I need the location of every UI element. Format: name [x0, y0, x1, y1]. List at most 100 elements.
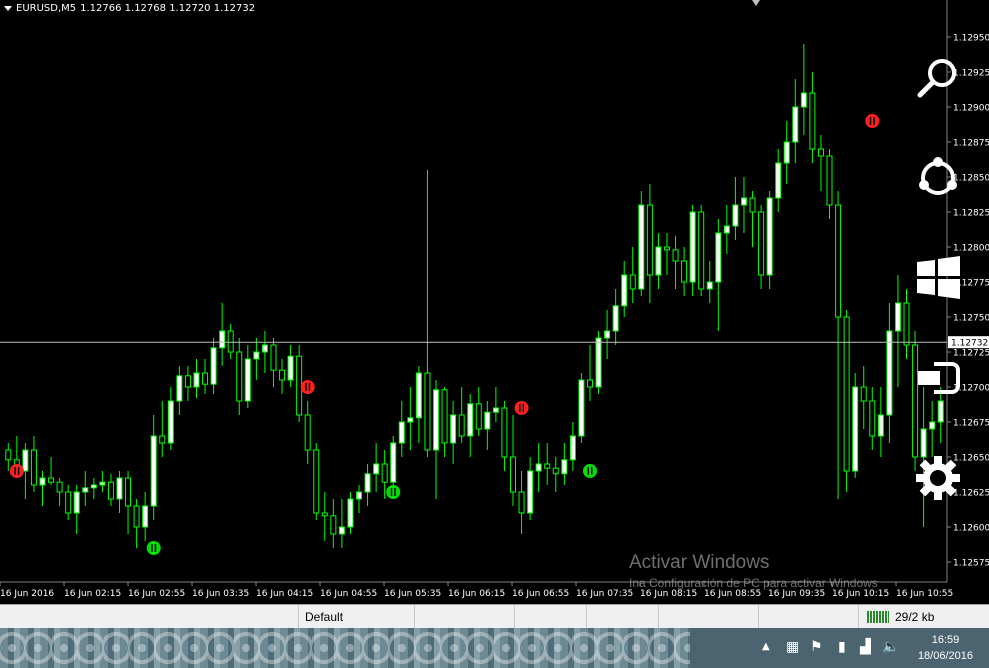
- candle-body: [629, 274, 636, 290]
- candle-body: [663, 246, 670, 251]
- candle-body: [646, 204, 653, 276]
- system-tray: ▲ ▦ ⚑ ▮ ▟ 🔈 16:59 18/06/2016: [690, 628, 989, 668]
- candle-body: [826, 155, 833, 206]
- candle-body: [578, 379, 585, 437]
- connection-label: 29/2 kb: [895, 610, 935, 624]
- network-icon[interactable]: ▦: [786, 640, 799, 654]
- candle-body: [672, 249, 679, 262]
- chart-header: EURUSD,M5 1.12766 1.12768 1.12720 1.1273…: [4, 3, 255, 14]
- candle-body: [621, 274, 628, 307]
- candle-body: [48, 477, 55, 483]
- status-connection-cell: 29/2 kb: [858, 605, 989, 629]
- candle-body: [82, 487, 89, 493]
- taskbar-wallpaper-dots: [0, 628, 700, 668]
- time-tick-label: 16 Jun 09:35: [768, 589, 825, 599]
- status-cell: [586, 605, 659, 629]
- volume-icon[interactable]: 🔈: [882, 640, 899, 654]
- time-tick-label: 16 Jun 03:35: [192, 589, 249, 599]
- candle-body: [544, 463, 551, 469]
- candle-body: [159, 435, 166, 444]
- profile-label: Default: [305, 610, 344, 624]
- start-icon[interactable]: [912, 252, 964, 304]
- time-tick-label: 16 Jun 02:55: [128, 589, 185, 599]
- time-tick-label: 16 Jun 06:55: [512, 589, 569, 599]
- candle-body: [732, 204, 739, 227]
- status-bar: Default 29/2 kb: [0, 604, 989, 629]
- status-cell: [414, 605, 515, 629]
- signal-icon[interactable]: ▟: [860, 640, 871, 654]
- candle-body: [518, 491, 525, 514]
- connection-bars-icon: [867, 611, 889, 623]
- status-cell: [758, 605, 859, 629]
- price-tick-label: 1.12875: [953, 139, 989, 149]
- time-tick-label: 16 Jun 10:15: [832, 589, 889, 599]
- battery-icon[interactable]: ▮: [838, 640, 846, 654]
- sell-signal-icon: [300, 380, 315, 394]
- candle-body: [398, 421, 405, 444]
- sell-signal-icon: [514, 401, 529, 415]
- candle-body: [99, 481, 106, 486]
- candle-body: [800, 92, 807, 108]
- time-tick-label: 16 Jun 2016: [0, 589, 54, 599]
- candle-body: [552, 467, 559, 475]
- candle-body: [56, 481, 63, 493]
- candle-body: [219, 330, 226, 349]
- candle-body: [689, 211, 696, 283]
- share-icon[interactable]: [912, 152, 964, 204]
- candle-body: [783, 141, 790, 164]
- candle-body: [347, 498, 354, 528]
- candle-body: [903, 302, 910, 346]
- price-tick-label: 1.12675: [953, 419, 989, 429]
- candle-body: [184, 375, 191, 388]
- candle-body: [655, 246, 662, 276]
- candle-body: [210, 347, 217, 385]
- candle-body: [681, 260, 688, 283]
- candle-body: [869, 400, 876, 437]
- candle-body: [877, 414, 884, 437]
- candle-body: [73, 491, 80, 514]
- candle-body: [852, 386, 859, 472]
- candle-body: [107, 481, 114, 500]
- status-profile-cell: Default: [298, 605, 415, 629]
- candle-body: [176, 375, 183, 402]
- candle-body: [116, 477, 123, 500]
- chevron-down-icon[interactable]: [4, 6, 12, 11]
- candle-body: [809, 92, 816, 150]
- candle-body: [90, 484, 97, 489]
- price-tick-label: 1.12825: [953, 209, 989, 219]
- candle-body: [167, 400, 174, 444]
- candle-body: [723, 225, 730, 234]
- candle-body: [330, 515, 337, 535]
- candle-body: [612, 305, 619, 332]
- candle-body: [321, 512, 328, 517]
- price-tick-label: 1.12950: [953, 34, 989, 44]
- candle-body: [279, 369, 286, 381]
- candle-body: [527, 470, 534, 514]
- time-tick-label: 16 Jun 07:35: [576, 589, 633, 599]
- candle-body: [364, 473, 371, 493]
- status-cell: [658, 605, 759, 629]
- time-tick-label: 16 Jun 10:55: [896, 589, 953, 599]
- devices-icon[interactable]: [912, 352, 964, 404]
- price-tick-label: 1.12600: [953, 524, 989, 534]
- flag-icon[interactable]: ⚑: [810, 640, 823, 654]
- clock-date: 18/06/2016: [917, 650, 973, 662]
- candle-body: [604, 330, 611, 339]
- candle-body: [715, 232, 722, 283]
- candle-body: [501, 407, 508, 458]
- candle-body: [125, 477, 132, 507]
- clock[interactable]: 16:59 18/06/2016: [918, 632, 973, 664]
- candle-body: [586, 379, 593, 388]
- chevron-up-icon[interactable]: ▲: [762, 640, 770, 654]
- candle-body: [381, 463, 388, 483]
- clock-time: 16:59: [931, 634, 960, 646]
- candle-body: [775, 162, 782, 199]
- candle-body: [509, 456, 516, 493]
- search-icon[interactable]: [912, 53, 964, 105]
- time-tick-label: 16 Jun 05:35: [384, 589, 441, 599]
- candle-body: [236, 351, 243, 402]
- status-cell: [514, 605, 587, 629]
- price-chart[interactable]: 1.12732 1.129501.129251.129001.128751.12…: [0, 0, 989, 604]
- settings-icon[interactable]: [912, 452, 964, 504]
- candle-body: [475, 403, 482, 430]
